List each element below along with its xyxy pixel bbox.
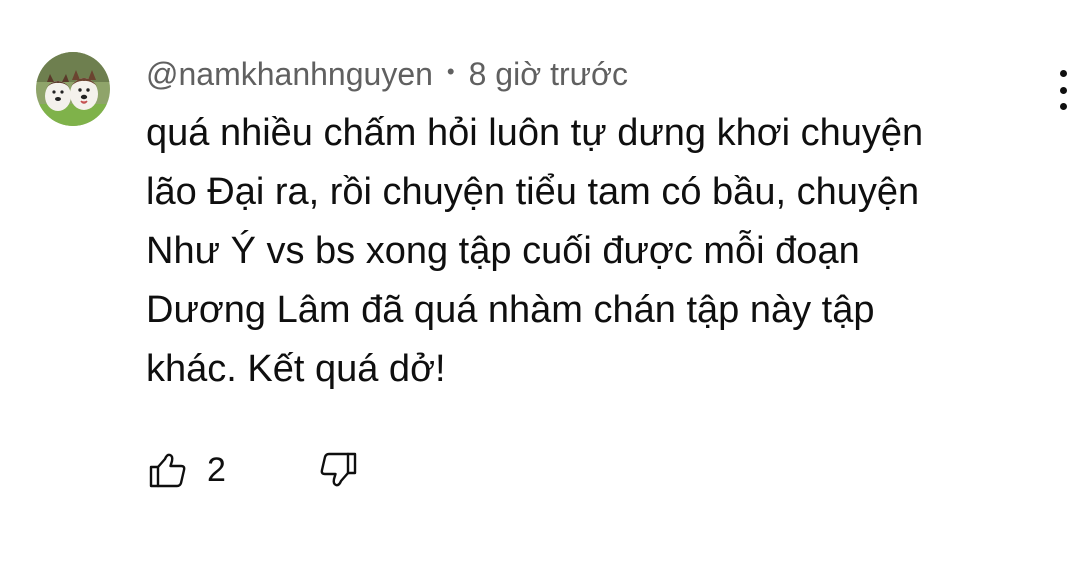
comment-timestamp: 8 giờ trước bbox=[468, 55, 629, 92]
thumbs-up-icon bbox=[149, 453, 186, 488]
comment-line: Dương Lâm đã quá nhàm chán tập này tập bbox=[146, 289, 875, 331]
husky-dogs-avatar-image bbox=[36, 52, 110, 126]
comment-meta: @namkhanhnguyen • 8 giờ trước bbox=[146, 52, 628, 96]
more-dot bbox=[1059, 103, 1067, 110]
comment-line: quá nhiều chấm hỏi luôn tự dưng khơi chu… bbox=[146, 112, 924, 154]
like-button[interactable]: 2 bbox=[148, 450, 226, 490]
comment-text: quá nhiều chấm hỏi luôn tự dưng khơi chu… bbox=[146, 104, 1046, 399]
avatar[interactable] bbox=[36, 52, 110, 126]
comment-actions: 2 bbox=[148, 447, 358, 493]
like-count: 2 bbox=[207, 450, 226, 489]
author-name[interactable]: @namkhanhnguyen bbox=[146, 56, 433, 93]
more-vertical-icon[interactable] bbox=[1050, 70, 1076, 110]
comment-line: khác. Kết quá dở! bbox=[146, 348, 446, 390]
dislike-button[interactable] bbox=[318, 450, 358, 490]
more-dot bbox=[1059, 86, 1067, 94]
comment-line: lão Đại ra, rồi chuyện tiểu tam có bầu, … bbox=[146, 171, 920, 213]
comment-line: Như Ý vs bs xong tập cuối được mỗi đoạn bbox=[146, 230, 860, 272]
more-dot bbox=[1059, 70, 1067, 77]
meta-separator: • bbox=[446, 59, 455, 84]
thumbs-down-icon bbox=[320, 452, 357, 487]
